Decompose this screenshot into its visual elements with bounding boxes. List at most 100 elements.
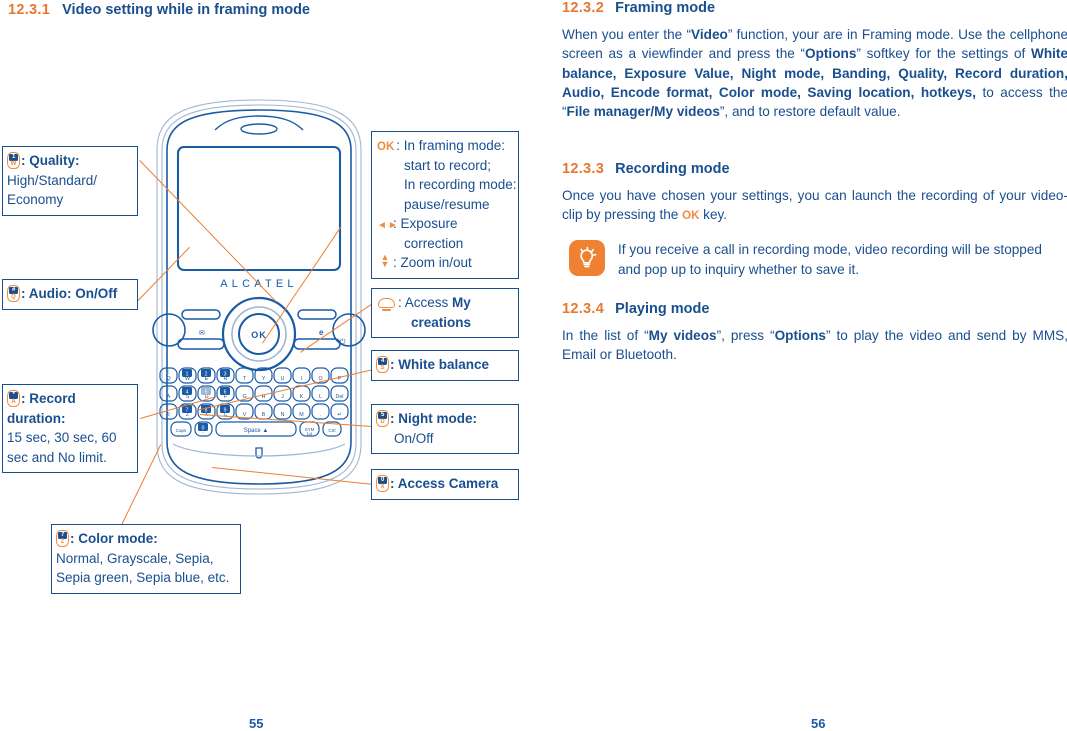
svg-text:7: 7 [186,408,189,414]
callout-access-camera: 0 X : Access Camera [371,469,519,500]
lightbulb-tip-icon [569,240,605,276]
callout-line: # Q : Audio: On/Off [7,284,131,304]
svg-text:✉: ✉ [199,330,205,337]
callout-text: : Audio: On/Off [21,286,118,301]
section-heading-12-3-2: 12.3.2 Framing mode [562,0,715,16]
section-heading-12-3-3: 12.3.3 Recording mode [562,161,730,177]
svg-text:A: A [167,394,171,400]
callout-text: : Night mode: [390,411,477,426]
svg-text:1: 1 [186,372,189,378]
key-sub-label: A [11,398,16,405]
callout-text: My [452,295,471,310]
section-title: Playing mode [615,301,710,317]
paragraph-recording-mode: Once you have chosen your settings, you … [562,188,1067,223]
left-right-arrow-icon: ◄► [377,220,399,232]
section-number: 12.3.4 [562,301,605,317]
svg-text:*: * [167,388,169,394]
svg-text:Lg: Lg [307,431,312,436]
callout-text: Normal, Grayscale, Sepia, [56,550,214,566]
callout-ok-key: OK: In framing mode: start to record; In… [371,131,519,280]
key-sub-label: S [380,364,385,371]
callout-text: duration: [7,410,66,426]
svg-text:.: . [320,412,321,418]
callout-text: : Quality: [21,153,80,168]
section-number: 12.3.1 [8,2,51,18]
key-5-d-icon: 5 D [376,410,389,427]
svg-text:1: 1 [167,370,170,376]
phone-illustration: ALCATEL OK ✉ e ⏻ Q W E R T Y U I O P 1 1… [143,92,375,504]
svg-text:Del: Del [336,394,344,400]
svg-text:Y: Y [262,376,266,382]
svg-text:I: I [301,376,302,382]
callout-text: : Access [398,295,453,310]
svg-text:Space ▲: Space ▲ [244,428,269,434]
svg-text:*: * [202,431,204,436]
callout-text: : Zoom in/out [393,255,472,271]
callout-quality: 1 W : Quality: High/Standard/ Economy [2,146,138,216]
svg-text:T: T [243,376,247,382]
key-sub-label: D [380,418,385,425]
section-heading-12-3-1: 12.3.1 Video setting while in framing mo… [8,2,310,18]
key-sub-label: W [10,160,17,167]
key-sub-label: Q [11,293,16,300]
key-hash-q-icon: # Q [7,285,20,302]
softkey-icon [378,298,395,311]
callout-text: : Exposure [393,216,458,232]
callout-text: correction [404,235,464,251]
svg-text:⇧: ⇧ [166,412,170,418]
tip-callout: If you receive a call in recording mode,… [569,240,1059,279]
key-0-x-icon: 0 X [376,475,389,492]
callout-line: ▲ ▼: Zoom in/out [377,253,512,273]
paragraph-framing-mode: When you enter the “Video” function, you… [562,27,1067,120]
callout-record-duration: * A : Record duration: 15 sec, 30 sec, 6… [2,384,138,474]
callout-line: 1 W : Quality: [7,151,131,171]
callout-line: 0 X : Access Camera [376,474,512,494]
svg-text:9: 9 [224,408,227,414]
callout-night-mode: 5 D : Night mode: On/Off [371,404,519,455]
svg-text:Ctrl: Ctrl [328,428,335,433]
callout-text: 15 sec, 30 sec, 60 [7,430,117,446]
svg-text:J: J [281,394,284,400]
section-title: Framing mode [615,0,716,16]
key-star-a-icon: * A [7,390,20,407]
key-sub-label: X [380,483,385,490]
callout-audio: # Q : Audio: On/Off [2,279,138,310]
tip-text: If you receive a call in recording mode,… [618,242,1042,277]
section-number: 12.3.2 [562,0,605,16]
svg-text:⏻: ⏻ [340,338,346,346]
callout-text: Sepia green, Sepia blue, etc. [56,570,230,586]
callout-line: : Access My [378,293,512,313]
svg-text:4: 4 [186,390,189,396]
left-page: 12.3.1 Video setting while in framing mo… [0,0,533,731]
key-7-z-icon: 7 Z [56,530,69,547]
svg-text:3: 3 [224,372,227,378]
svg-text:L: L [319,394,322,400]
svg-text:5: 5 [205,390,208,396]
callout-text: : Record [21,391,76,406]
callout-line: OK: In framing mode: [377,136,512,156]
right-page: 12.3.2 Framing mode When you enter the “… [533,0,1067,731]
callout-text: creations [411,314,472,330]
page-number-left: 55 [249,716,264,731]
section-title: Video setting while in framing mode [62,2,310,18]
svg-text:2: 2 [205,372,208,378]
callout-text: pause/resume [404,196,490,212]
svg-text:↵: ↵ [337,412,341,418]
callout-line: 7 Z : Color mode: [56,529,234,549]
section-heading-12-3-4: 12.3.4 Playing mode [562,301,709,317]
callout-text: start to record; [404,157,492,173]
callout-text: : Color mode: [70,531,158,546]
section-title: Recording mode [615,161,730,177]
callout-text: On/Off [394,430,434,446]
up-down-arrow-icon: ▲ ▼ [380,252,390,270]
manual-page-spread: 12.3.1 Video setting while in framing mo… [0,0,1067,731]
callout-line: 5 D : Night mode: [376,409,512,429]
callout-text: High/Standard/ [7,172,98,188]
svg-text:6: 6 [224,390,227,396]
key-1-w-icon: 1 W [7,152,20,169]
callout-white-balance: 4 S : White balance [371,350,519,381]
svg-text:B: B [262,412,266,418]
svg-text:Q: Q [166,376,170,382]
section-number: 12.3.3 [562,161,605,177]
svg-text:U: U [281,376,285,382]
